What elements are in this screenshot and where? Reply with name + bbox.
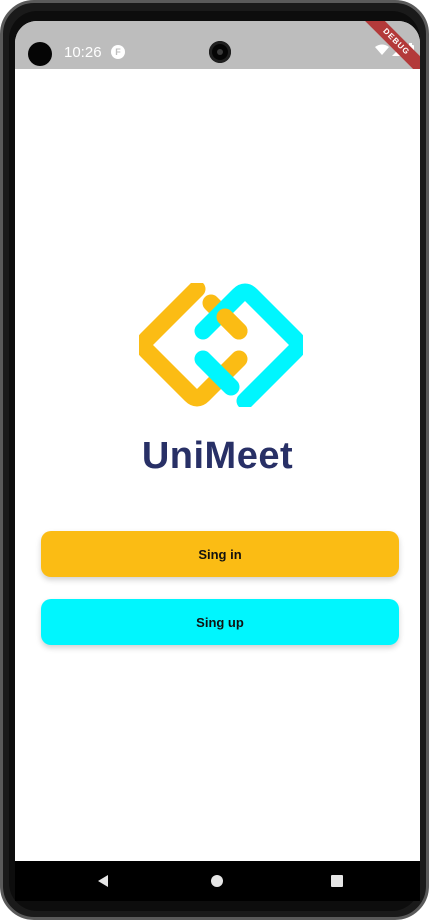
recents-icon[interactable]	[327, 871, 347, 891]
sign-up-button[interactable]: Sing up	[41, 599, 399, 645]
phone-frame: 10:26 F DEBUG UniMeet Sing in Sing up	[0, 0, 429, 920]
sign-in-button[interactable]: Sing in	[41, 531, 399, 577]
notification-app-icon: F	[111, 45, 125, 59]
back-icon[interactable]	[93, 871, 113, 891]
front-camera	[209, 41, 231, 63]
welcome-content: UniMeet Sing in Sing up	[15, 69, 420, 861]
app-title: UniMeet	[141, 435, 294, 477]
navigation-bar	[15, 861, 420, 901]
chain-link-logo-icon	[135, 280, 307, 410]
status-time: 10:26	[64, 44, 102, 61]
home-icon[interactable]	[207, 871, 227, 891]
status-bar: 10:26 F DEBUG	[15, 21, 420, 83]
wifi-icon	[375, 44, 389, 55]
phone-screen: 10:26 F DEBUG UniMeet Sing in Sing up	[15, 21, 420, 901]
punch-hole-camera	[28, 42, 52, 66]
